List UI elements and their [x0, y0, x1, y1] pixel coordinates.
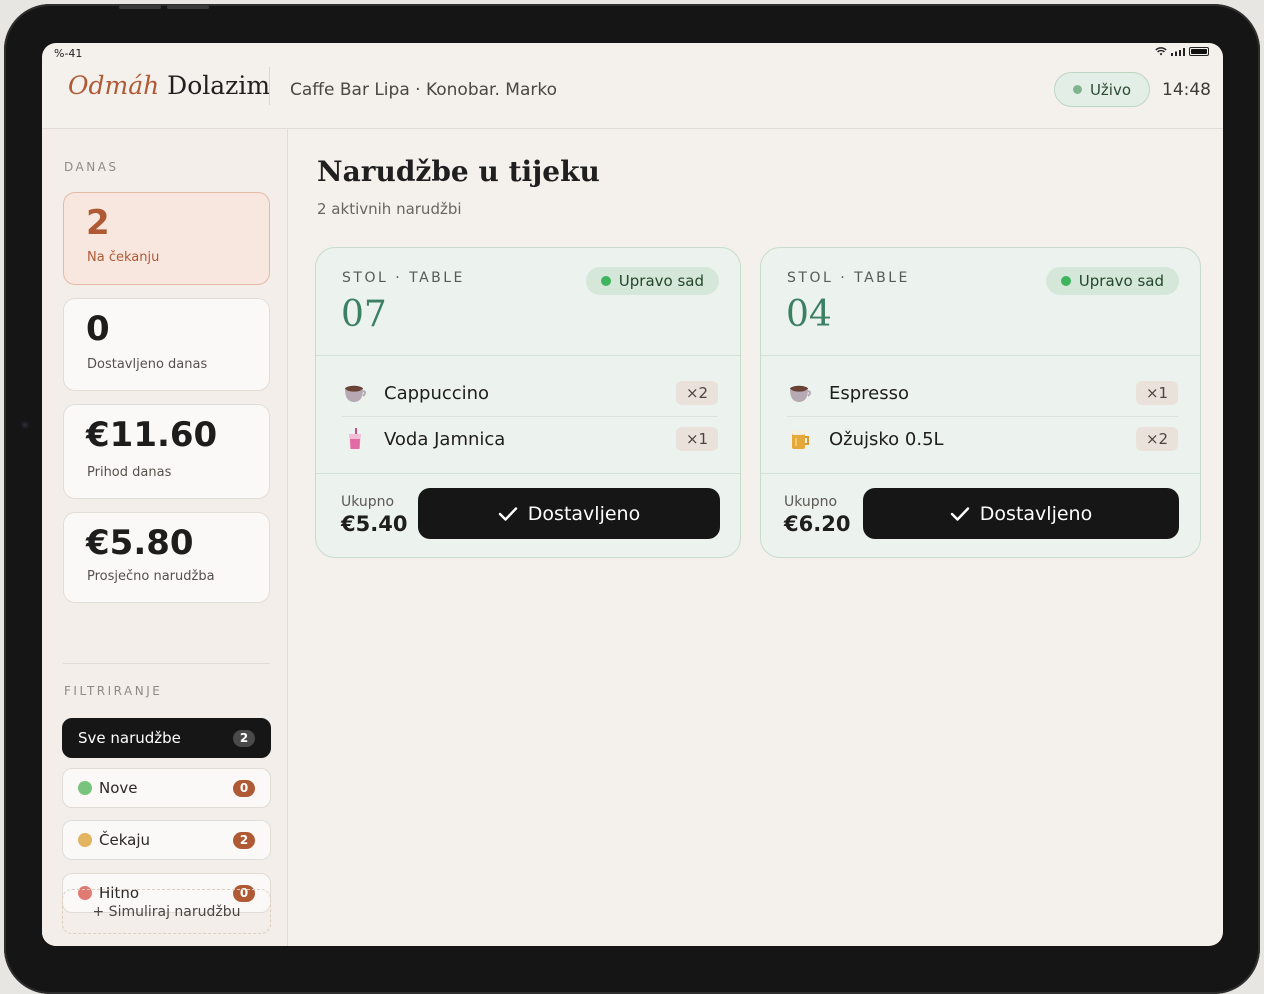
- stat-card-average: €5.80 Prosječno narudžba: [63, 512, 270, 603]
- stat-card-pending[interactable]: 2 Na čekanju: [63, 192, 270, 285]
- stat-value: €11.60: [86, 415, 218, 455]
- stat-value: €5.80: [86, 523, 194, 563]
- order-status-badge: Upravo sad: [585, 267, 719, 295]
- item-name: Voda Jamnica: [384, 428, 506, 450]
- status-icons: [1155, 47, 1209, 56]
- total-value: €5.40: [341, 512, 408, 536]
- card-divider: [316, 473, 740, 474]
- status-dot-icon: [78, 781, 92, 795]
- button-label: Dostavljeno: [527, 502, 641, 525]
- coffee-cup-icon: [787, 380, 813, 406]
- status-dot-icon: [600, 276, 611, 286]
- filter-section-label: FILTRIRANJE: [64, 684, 163, 698]
- card-divider: [316, 355, 740, 356]
- order-item: Voda Jamnica ×1: [342, 418, 718, 460]
- total-value: €6.20: [784, 512, 851, 536]
- stat-value: 0: [86, 309, 110, 349]
- page-subtitle: 2 aktivnih narudžbi: [317, 200, 462, 218]
- filter-count-badge: 2: [233, 729, 255, 747]
- table-number: 07: [341, 294, 387, 335]
- item-divider: [787, 416, 1178, 417]
- order-card: STOL · TABLE Upravo sad 07 Cappuccino ×2…: [315, 247, 741, 558]
- simulate-order-button[interactable]: + Simuliraj narudžbu: [62, 889, 271, 934]
- item-divider: [342, 416, 718, 417]
- button-label: Dostavljeno: [979, 502, 1093, 525]
- table-number: 04: [786, 294, 832, 335]
- signal-icon: [1171, 47, 1185, 56]
- app-header: Odmáh Dolazim Caffe Bar Lipa · Konobar. …: [42, 65, 1223, 129]
- stat-label: Prosječno narudžba: [87, 569, 215, 584]
- status-dot-icon: [1060, 276, 1071, 286]
- table-label: STOL · TABLE: [787, 270, 910, 286]
- live-label: Uživo: [1089, 80, 1132, 99]
- stat-label: Prihod danas: [87, 465, 172, 480]
- sidebar: DANAS 2 Na čekanju 0 Dostavljeno danas €…: [42, 129, 288, 946]
- stat-card-revenue: €11.60 Prihod danas: [63, 404, 270, 499]
- stat-label: Na čekanju: [87, 250, 160, 265]
- status-label: Upravo sad: [618, 272, 704, 290]
- volume-button: [119, 5, 161, 9]
- card-divider: [761, 355, 1200, 356]
- filter-all[interactable]: Sve narudžbe 2: [62, 718, 271, 758]
- volume-button: [167, 5, 209, 9]
- beer-mug-icon: [787, 426, 813, 452]
- camera: [21, 421, 29, 429]
- filter-label: Nove: [99, 779, 138, 797]
- stat-value: 2: [86, 203, 110, 243]
- order-item: Espresso ×1: [787, 372, 1178, 414]
- live-dot-icon: [1072, 85, 1082, 94]
- stat-card-delivered: 0 Dostavljeno danas: [63, 298, 270, 391]
- item-quantity: ×1: [676, 427, 718, 451]
- checkmark-icon: [498, 506, 517, 521]
- page-title: Narudžbe u tijeku: [317, 155, 600, 188]
- table-label: STOL · TABLE: [342, 270, 465, 286]
- order-item: Ožujsko 0.5L ×2: [787, 418, 1178, 460]
- total-label: Ukupno: [784, 494, 838, 510]
- main-content: Narudžbe u tijeku 2 aktivnih narudžbi ST…: [289, 129, 1223, 946]
- order-item: Cappuccino ×2: [342, 372, 718, 414]
- filter-count-badge: 0: [233, 779, 255, 797]
- filter-new[interactable]: Nove 0: [62, 768, 271, 808]
- filter-label: Čekaju: [99, 831, 150, 849]
- wifi-icon: [1155, 47, 1167, 56]
- clock: 14:48: [1162, 80, 1211, 100]
- header-divider: [269, 67, 270, 105]
- stat-label: Dostavljeno danas: [87, 357, 208, 372]
- item-quantity: ×2: [676, 381, 718, 405]
- item-quantity: ×2: [1136, 427, 1178, 451]
- mark-delivered-button[interactable]: Dostavljeno: [418, 488, 720, 539]
- checkmark-icon: [950, 506, 969, 521]
- sidebar-divider: [63, 663, 270, 664]
- filter-count-badge: 2: [233, 831, 255, 849]
- item-quantity: ×1: [1136, 381, 1178, 405]
- status-label: Upravo sad: [1078, 272, 1164, 290]
- filter-label: Sve narudžbe: [78, 729, 181, 747]
- filter-waiting[interactable]: Čekaju 2: [62, 820, 271, 860]
- today-section-label: DANAS: [64, 160, 119, 174]
- water-cup-icon: [342, 426, 368, 452]
- item-name: Ožujsko 0.5L: [829, 428, 944, 450]
- battery-icon: [1189, 47, 1209, 56]
- order-card: STOL · TABLE Upravo sad 04 Espresso ×1 O…: [760, 247, 1201, 558]
- item-name: Cappuccino: [384, 382, 490, 404]
- order-status-badge: Upravo sad: [1045, 267, 1179, 295]
- brand-accent: Odmáh: [68, 71, 160, 100]
- total-label: Ukupno: [341, 494, 395, 510]
- item-name: Espresso: [829, 382, 910, 404]
- app-screen: %-41 Odmáh Dolazim Caffe Bar Lipa · Kono…: [42, 43, 1223, 946]
- brand-name: Dolazim: [167, 71, 271, 100]
- live-status-badge[interactable]: Uživo: [1054, 72, 1150, 107]
- status-dot-icon: [78, 833, 92, 847]
- venue-info: Caffe Bar Lipa · Konobar. Marko: [290, 80, 557, 100]
- status-bar-text: %-41: [54, 47, 83, 60]
- card-divider: [761, 473, 1200, 474]
- brand-logo: Odmáh Dolazim: [68, 71, 270, 100]
- status-bar: %-41: [42, 43, 1223, 65]
- mark-delivered-button[interactable]: Dostavljeno: [863, 488, 1179, 539]
- coffee-cup-icon: [342, 380, 368, 406]
